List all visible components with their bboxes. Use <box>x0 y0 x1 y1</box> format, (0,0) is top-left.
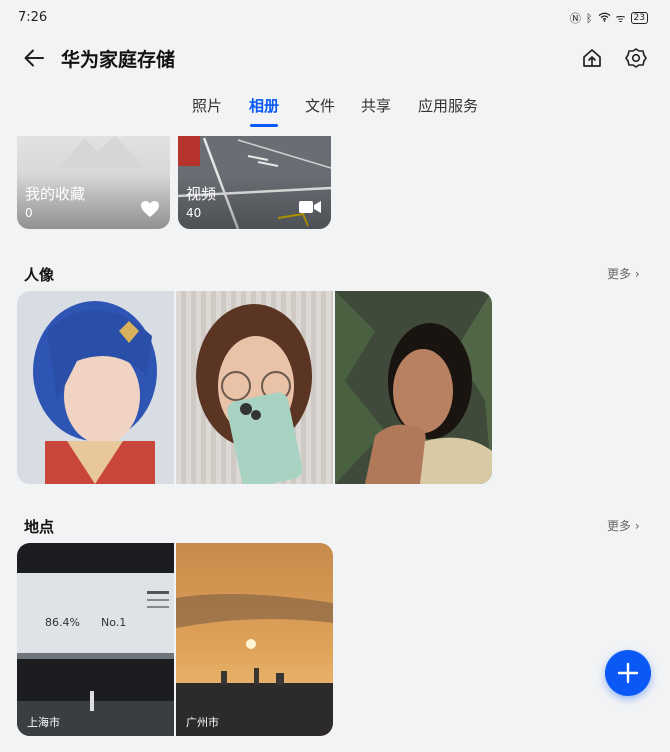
place-photo-shanghai[interactable]: 86.4% No.1 上海市 <box>17 543 174 736</box>
status-icons: Ⓝ ᛒ ᯤ 23 <box>570 10 648 26</box>
nfc-icon: Ⓝ <box>569 12 581 25</box>
app-bar: 华为家庭存储 <box>0 34 670 82</box>
album-card-videos[interactable]: 视频 40 <box>178 136 331 229</box>
gear-icon <box>625 48 647 68</box>
tab-share[interactable]: 共享 <box>361 95 391 116</box>
arrow-left-icon <box>24 49 44 67</box>
tab-files[interactable]: 文件 <box>305 95 335 116</box>
album-count: 0 <box>25 206 33 220</box>
chevron-right-icon: › <box>634 267 640 281</box>
album-name: 我的收藏 <box>25 185 86 203</box>
cloud-upload-button[interactable] <box>576 42 608 74</box>
album-count: 40 <box>186 206 202 220</box>
portraits-more-link[interactable]: 更多 › <box>607 265 640 282</box>
portrait-photo[interactable] <box>17 291 174 484</box>
more-label: 更多 <box>607 519 632 533</box>
wifi-icon <box>598 12 611 25</box>
tab-photos[interactable]: 照片 <box>192 95 222 116</box>
bluetooth-icon: ᛒ <box>585 11 593 25</box>
tab-indicator <box>250 124 278 127</box>
places-more-link[interactable]: 更多 › <box>607 517 640 534</box>
tab-bar: 照片 相册 文件 共享 应用服务 <box>0 90 670 130</box>
screen-percent: 86.4% <box>45 616 80 629</box>
chevron-right-icon: › <box>634 519 640 533</box>
album-name: 视频 <box>186 185 217 203</box>
more-label: 更多 <box>607 267 632 281</box>
plus-icon <box>617 662 639 684</box>
screen-rank: No.1 <box>101 616 127 629</box>
tab-albums[interactable]: 相册 <box>249 95 279 116</box>
portrait-grid <box>17 291 492 484</box>
status-time: 7:26 <box>18 10 48 25</box>
signal-icon: ᯤ <box>615 11 626 25</box>
portrait-photo[interactable] <box>176 291 333 484</box>
place-label: 广州市 <box>186 716 219 729</box>
add-button[interactable] <box>605 650 651 696</box>
place-label: 上海市 <box>27 716 60 729</box>
presentation-stage-image <box>17 543 174 736</box>
back-button[interactable] <box>18 42 50 74</box>
portrait-cosplay-image <box>17 291 174 484</box>
portrait-woman-image <box>335 291 492 484</box>
section-title-portraits: 人像 <box>24 266 55 284</box>
sunset-skyline-image <box>176 543 333 736</box>
settings-button[interactable] <box>621 42 651 74</box>
album-card-favorites[interactable]: 我的收藏 0 <box>17 136 170 229</box>
battery-icon: 23 <box>630 12 648 24</box>
portrait-photo[interactable] <box>335 291 492 484</box>
place-photo-guangzhou[interactable]: 广州市 <box>176 543 333 736</box>
portrait-glasses-image <box>176 291 333 484</box>
house-upload-icon <box>583 49 601 67</box>
video-camera-icon <box>299 201 321 213</box>
status-bar: 7:26 Ⓝ ᛒ ᯤ 23 <box>0 0 670 34</box>
page-title: 华为家庭存储 <box>61 49 176 71</box>
heart-icon <box>141 201 159 217</box>
section-title-places: 地点 <box>24 518 55 536</box>
tab-app-services[interactable]: 应用服务 <box>418 95 478 116</box>
places-grid: 86.4% No.1 上海市 广州市 <box>17 543 333 736</box>
